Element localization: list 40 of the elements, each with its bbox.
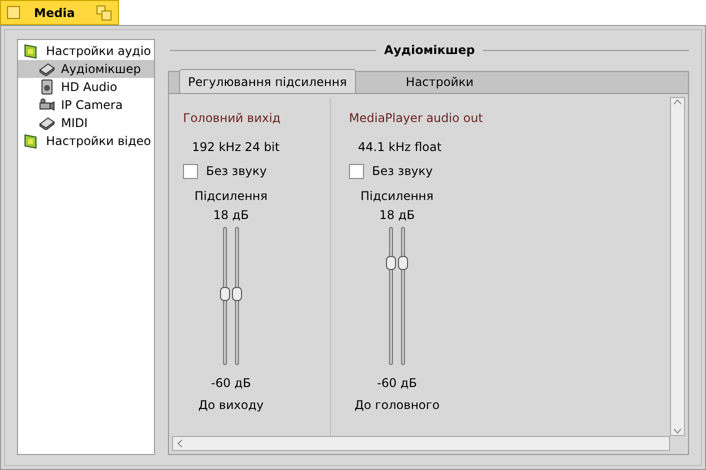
channel-name: MediaPlayer audio out <box>349 110 484 127</box>
board-icon <box>24 44 38 58</box>
min-label: -60 дБ <box>211 375 251 392</box>
checkbox-label: Без звуку <box>206 163 267 180</box>
vertical-scrollbar[interactable] <box>670 97 685 436</box>
zoom-icon[interactable] <box>96 4 112 20</box>
section-title: Аудіомікшер <box>384 42 475 59</box>
sidebar-item[interactable]: Аудіомікшер <box>18 60 154 78</box>
gain-label: Підсилення <box>194 188 268 205</box>
format-text: 44.1 kHz float <box>357 139 443 156</box>
tab[interactable]: Настройки <box>398 71 482 93</box>
camera-icon <box>39 98 55 112</box>
sidebar-item[interactable]: Настройки відео <box>18 132 154 150</box>
sidebar-item[interactable]: IP Camera <box>18 96 154 114</box>
gain-label: Підсилення <box>360 188 434 205</box>
output-label: До виходу <box>198 397 264 414</box>
slider-thumb[interactable] <box>386 256 396 270</box>
sidebar-item[interactable]: HD Audio <box>18 78 154 96</box>
close-icon[interactable] <box>7 6 20 19</box>
max-label: 18 дБ <box>213 207 249 224</box>
horizontal-scrollbar[interactable] <box>172 436 670 451</box>
channel-name: Головний вихід <box>183 110 282 127</box>
slider-thumb[interactable] <box>220 286 230 301</box>
board-icon <box>24 134 38 148</box>
mixer-icon <box>39 62 55 76</box>
sidebar-item[interactable]: Настройки аудіо <box>18 42 154 60</box>
slider-thumb[interactable] <box>398 256 408 270</box>
speaker-icon <box>40 79 54 95</box>
checkbox[interactable] <box>349 164 364 178</box>
slider-thumb[interactable] <box>232 286 242 301</box>
checkbox[interactable] <box>183 164 198 178</box>
min-label: -60 дБ <box>377 375 417 392</box>
sidebar-item[interactable]: MIDI <box>18 114 154 132</box>
max-label: 18 дБ <box>379 207 415 224</box>
tab[interactable]: Регулювання підсилення <box>179 69 356 93</box>
format-text: 192 kHz 24 bit <box>191 139 281 156</box>
mixer-icon <box>39 116 55 130</box>
checkbox-label: Без звуку <box>372 163 433 180</box>
output-label: До головного <box>354 397 440 414</box>
window-title: Media <box>34 4 75 22</box>
